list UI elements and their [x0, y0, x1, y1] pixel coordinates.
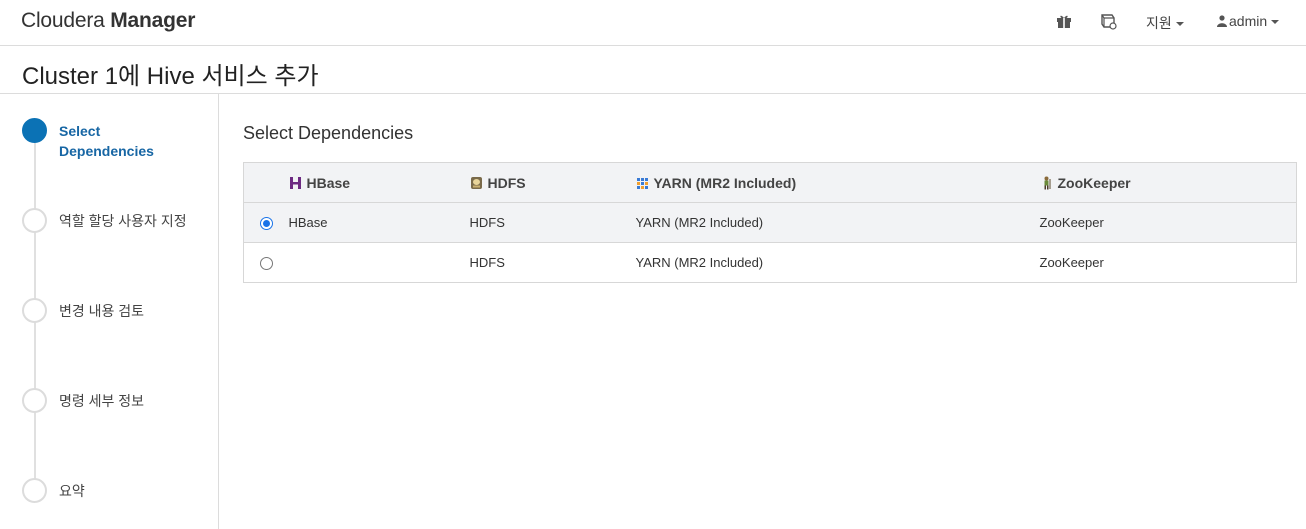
header-yarn: YARN (MR2 Included): [635, 162, 1040, 203]
chevron-down-icon: [1175, 22, 1184, 27]
radio-selected[interactable]: [260, 217, 273, 231]
parcel-icon[interactable]: [1099, 12, 1119, 32]
brand-bold: Manager: [110, 9, 196, 32]
step-indicator: [22, 208, 47, 233]
page-title: Cluster 1에 Hive 서비스 추가: [22, 63, 319, 90]
step-label: 변경 내용 검토: [59, 303, 145, 319]
hdfs-icon: [470, 176, 483, 190]
cell-hdfs: HDFS: [469, 202, 636, 243]
section-title: Select Dependencies: [243, 123, 414, 143]
yarn-icon: [636, 176, 649, 190]
title-bar: Cluster 1에 Hive 서비스 추가: [0, 46, 1306, 94]
gift-icon[interactable]: [1055, 12, 1075, 32]
row-radio-cell[interactable]: [243, 242, 289, 283]
row-radio-cell[interactable]: [243, 202, 289, 243]
cell-hdfs: HDFS: [469, 242, 636, 283]
step-indicator-active: [22, 118, 47, 143]
step-label: 요약: [59, 483, 85, 499]
hbase-icon: [289, 176, 302, 190]
brand-light: Cloudera: [21, 9, 105, 32]
user-menu[interactable]: admin: [1217, 13, 1280, 29]
header-radio-col: [243, 162, 289, 203]
header-hdfs-label: HDFS: [487, 174, 526, 191]
step-label: Select Dependencies: [59, 123, 154, 159]
wizard-steps: Select Dependencies 역할 할당 사용자 지정 변경 내용 검…: [0, 94, 219, 529]
step-indicator: [22, 298, 47, 323]
radio-unselected[interactable]: [260, 257, 273, 271]
step-indicator: [22, 388, 47, 413]
cell-zookeeper: ZooKeeper: [1039, 202, 1297, 243]
cell-hbase: [288, 242, 470, 283]
header-zookeeper-label: ZooKeeper: [1057, 174, 1131, 191]
cell-yarn: YARN (MR2 Included): [635, 242, 1040, 283]
dependencies-table: HBase HDFS YARN (MR2 Included) ZooKeeper…: [243, 162, 1297, 283]
user-icon: [1217, 14, 1227, 27]
cell-hbase: HBase: [288, 202, 470, 243]
top-navbar: Cloudera Manager 지원 admin: [0, 0, 1306, 46]
chevron-down-icon: [1271, 20, 1280, 25]
user-label: admin: [1229, 13, 1268, 29]
header-yarn-label: YARN (MR2 Included): [653, 174, 797, 191]
table-row[interactable]: HBase HDFS YARN (MR2 Included) ZooKeeper: [243, 202, 1297, 243]
brand-logo[interactable]: Cloudera Manager: [21, 9, 195, 33]
table-row[interactable]: HDFS YARN (MR2 Included) ZooKeeper: [243, 242, 1297, 283]
cell-zookeeper: ZooKeeper: [1039, 242, 1297, 283]
header-zookeeper: ZooKeeper: [1039, 162, 1297, 203]
header-hdfs: HDFS: [469, 162, 636, 203]
table-header-row: HBase HDFS YARN (MR2 Included) ZooKeeper: [243, 162, 1297, 203]
cell-yarn: YARN (MR2 Included): [635, 202, 1040, 243]
step-indicator: [22, 478, 47, 503]
support-menu[interactable]: 지원: [1146, 13, 1184, 33]
step-label: 명령 세부 정보: [59, 393, 145, 409]
support-label: 지원: [1146, 15, 1172, 31]
zookeeper-icon: [1040, 176, 1053, 190]
step-label: 역할 할당 사용자 지정: [59, 213, 187, 229]
header-hbase: HBase: [288, 162, 470, 203]
header-hbase-label: HBase: [306, 174, 351, 191]
